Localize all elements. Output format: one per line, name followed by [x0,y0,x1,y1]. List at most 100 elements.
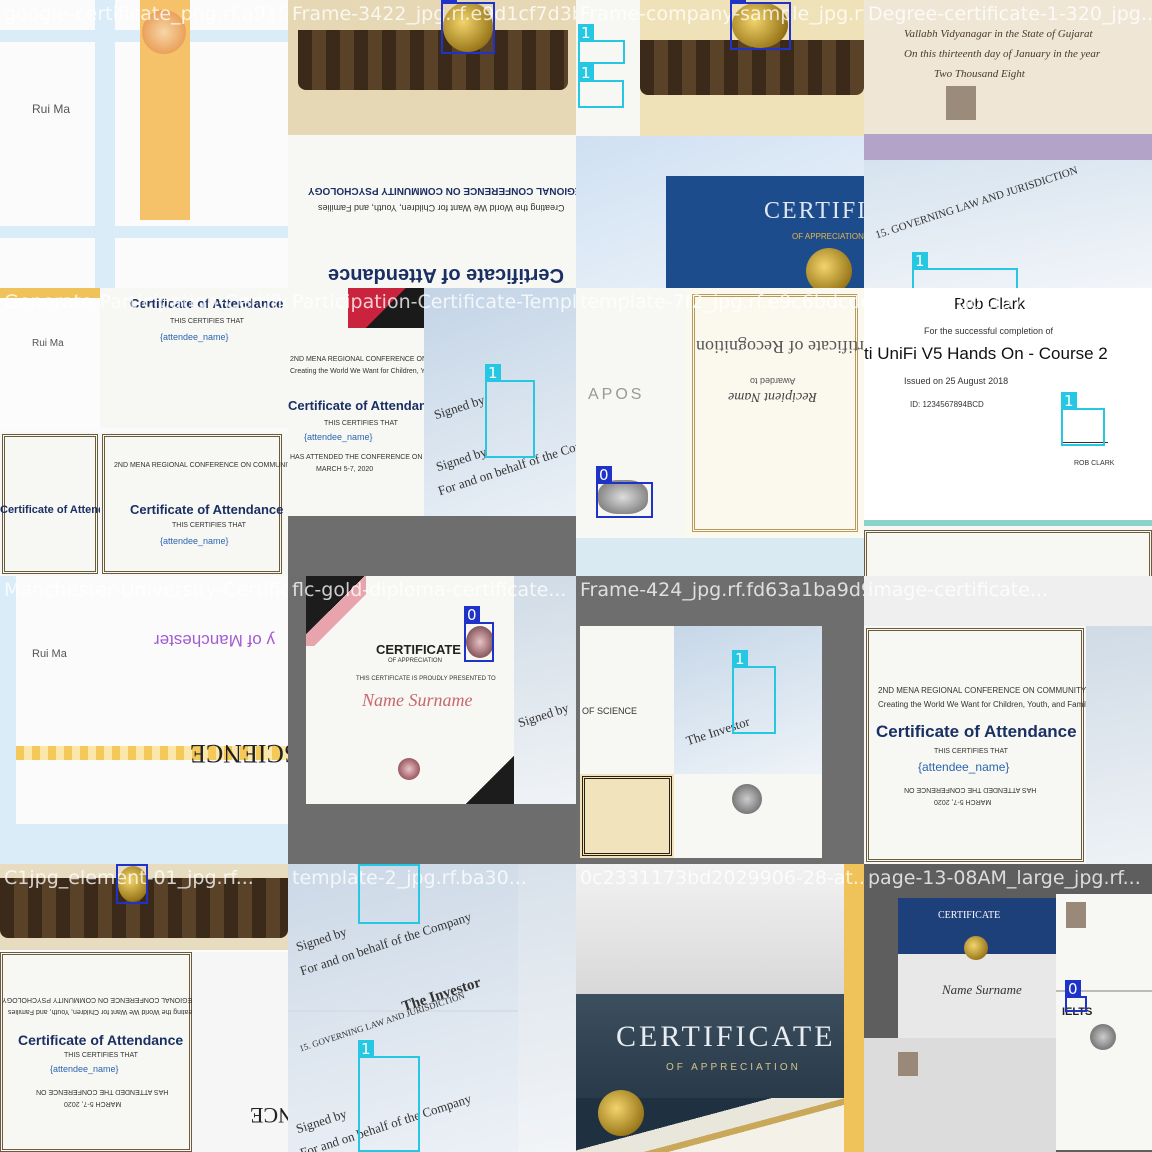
university-name: y of Manchester [154,631,275,650]
class1-box: 1 [578,24,625,64]
class0-label: 0 [464,606,480,624]
attendance-title: Certificate of Attendance [328,264,564,286]
blank-area [576,864,864,994]
certifies: THIS CERTIFIES THAT [934,748,1008,755]
photo [898,1052,918,1076]
attended-text: HAS ATTENDED THE CONFERENCE ON [904,786,1037,793]
tile-11: OF SCIENCE The Investor 1 Frame-424_jpg.… [576,576,864,864]
ornate-border [866,628,1084,862]
attendance-cert: 2ND MENA REGIONAL CONFERENCE ON COMMUNIT… [100,432,288,576]
recognition-cert: Certificate of Recognition Awarded to Re… [686,288,864,538]
tile-15: CERTIFICATE OF APPRECIATION 0c2331173bd2… [576,864,864,1152]
rosette-icon [142,10,186,54]
purple-band [864,134,1152,160]
degree-field: OF SCIENCE [190,739,288,768]
mosaic-grid: Rui Ma google-certificate_png.rf.a91f4e.… [0,0,1152,1152]
certifies: THIS CERTIFIES THAT [172,522,246,529]
class0-box: 0 [1065,980,1087,1012]
attendance-cert: 2ND MENA REGIONAL CONFERENCE ON COMMUNIT… [864,626,1086,864]
degree-field: OF SCIENCE [582,706,638,716]
ielts-form: IELTS [1056,894,1152,1150]
certifies: THIS CERTIFIES THAT [324,420,398,427]
signature-name: ROB CLARK [1074,460,1115,467]
class1-label: 1 [912,252,928,270]
degree-line: On this thirteenth day of January in the… [904,48,1101,60]
issued-date: Issued on 25 August 2018 [904,376,1009,386]
class0-label: 0 [441,0,457,4]
achievement-cert [580,774,674,858]
gold-badge-icon [964,936,988,960]
class1-box: 1 [578,64,624,108]
appreciation-sub: OF APPRECIATION [388,658,442,664]
class1-box: 1 [485,364,535,458]
class1-label: 1 [578,24,594,42]
contract-page [1086,626,1152,864]
ornate-border [582,776,672,856]
recipient-name: Name Surname [362,690,473,710]
attendance-title: Certificate of Attendance [18,1032,184,1048]
class1-box: 1 [1061,392,1105,446]
attendance-title: Certificate of Attendance [876,722,1077,741]
red-corner [348,288,424,328]
ornament-border [298,30,568,90]
tile-16: CERTIFICATE Name Surname IELTS 0 page-13… [864,864,1152,1152]
light-blue-band [95,0,115,288]
tile-6: 2ND MENA REGIONAL CONFERENCE ON COMMUNIT… [288,288,576,576]
university-cert [674,774,822,858]
tile-9: Rui Ma y of Manchester OF SCIENCE Manche… [0,576,288,864]
slogan: Creating the World We Want for Children,… [290,368,424,375]
recognition-title: Certificate of Recognition [696,337,864,357]
certificate-heading: CERTIFICATE [938,910,1001,921]
legal-text: 15. GOVERNING LAW AND JURISDICTION [874,164,1080,242]
class1-label: 1 [578,64,594,82]
google-cert: Rui Ma [0,288,100,428]
contract-page: Signed by [514,576,576,804]
attendance-title: Certificate of Attendance [130,502,284,517]
class0-label: 0 [1065,980,1081,998]
attendance-title: Certificate of Attendance [130,296,284,311]
attended-text: HAS ATTENDED THE CONFERENCE ON [290,454,423,461]
tile-10: CERTIFICATE OF APPRECIATION THIS CERTIFI… [288,576,576,864]
contract-page [518,864,576,1152]
legal-text: 15. GOVERNING LAW AND JURISDICTION [298,990,466,1054]
class0-box: 0 [441,0,495,54]
signer-name: Rob Clark [954,296,1026,313]
recipient-name: Rui Ma [32,648,67,660]
recipient-name: Name Surname [942,982,1022,997]
appreciation-cert: CERTIFICATE OF APPRECIATION THIS CERTIFI… [306,576,514,804]
class1-label: 1 [358,1040,374,1058]
crest-icon [1090,1024,1116,1050]
dates: MARCH 5-7, 2020 [64,1100,122,1107]
cert-id: ID: 1234567894BCD [910,400,984,409]
light-blue-band [0,576,16,826]
class0-label: 0 [730,0,746,4]
course-title: ti UniFi V5 Hands On - Course 2 [864,344,1108,363]
tile-14: Signed by For and on behalf of the Compa… [288,864,576,1152]
crest-icon [732,784,762,814]
apostille-text: APOS [588,386,645,403]
tile-2: 2ND MENA REGIONAL CONFERENCE ON COMMUNIT… [288,0,576,288]
degree-field: OF SCIENCE [250,1103,288,1128]
university-cert: OF SCIENCE [192,952,288,1152]
attendance-title: Certificate of Attendance [0,504,100,516]
ornate-border [692,294,858,532]
attendee-name: {attendee_name} [160,332,229,342]
degree-line: Vallabh Vidyanagar in the State of Gujar… [904,28,1093,40]
dates: MARCH 5-7, 2020 [316,466,374,473]
conference-title: 2ND MENA REGIONAL CONFERENCE ON COMMUNIT… [114,462,288,469]
recipient-name: Rui Ma [32,102,71,116]
tile-4: Vallabh Vidyanagar in the State of Gujar… [864,0,1152,288]
certificate-paper: 2ND MENA REGIONAL CONFERENCE ON COMMUNIT… [288,135,576,288]
class1-box: 1 [358,864,420,924]
corner-decoration [306,576,366,646]
gold-badge-icon [598,1090,644,1136]
class1-label: 1 [358,864,374,866]
recipient-name: Rui Ma [32,338,64,349]
gold-badge-icon [806,248,852,288]
attended-text: HAS ATTENDED THE CONFERENCE ON [36,1088,169,1095]
awarded-to: Awarded to [750,376,796,386]
appreciation-sub: OF APPRECIATION [666,1062,801,1073]
signed-by: Signed by [432,391,487,423]
attendance-title: Certificate of Attendance [288,398,424,413]
tile-filename: page-13-08AM_large_jpg.rf... [868,867,1141,889]
